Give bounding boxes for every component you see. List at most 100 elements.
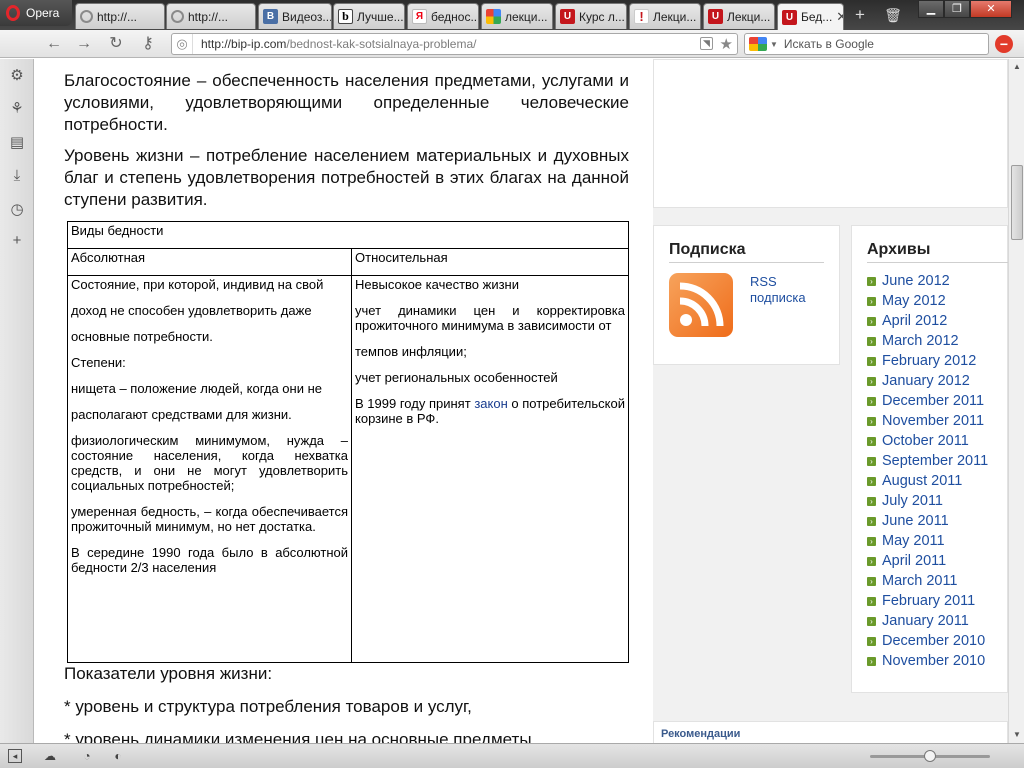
stop-icon[interactable]: − xyxy=(995,35,1013,53)
archive-link[interactable]: › March 2011 xyxy=(867,571,988,591)
archive-link[interactable]: › April 2011 xyxy=(867,551,988,571)
archive-label: January 2012 xyxy=(882,373,970,389)
google-icon xyxy=(486,9,501,24)
archive-link[interactable]: › February 2011 xyxy=(867,591,988,611)
back-arrow-icon[interactable]: ← xyxy=(44,34,64,54)
new-tab-button[interactable]: + xyxy=(851,6,869,24)
archive-link[interactable]: › November 2010 xyxy=(867,651,988,671)
living-standard-indicators: Показатели уровня жизни: * уровень и стр… xyxy=(64,663,629,743)
archive-link[interactable]: › May 2012 xyxy=(867,291,988,311)
column-header-relative: Относительная xyxy=(351,248,629,276)
arrow-bullet-icon: › xyxy=(867,296,876,306)
close-tab-icon[interactable]: ✕ xyxy=(836,9,843,25)
archive-link[interactable]: › December 2010 xyxy=(867,631,988,651)
tab-active[interactable]: U Бед... ✕ xyxy=(777,3,844,30)
table-text: Невысокое качество жизни xyxy=(355,277,519,292)
address-bar[interactable]: ◎ http://bip-ip.com/bednost-kak-sotsialn… xyxy=(171,33,738,55)
archive-link[interactable]: › March 2012 xyxy=(867,331,988,351)
tab-label: http://... xyxy=(188,9,229,24)
arrow-bullet-icon: › xyxy=(867,456,876,466)
arrow-bullet-icon: › xyxy=(867,316,876,326)
feed-icon[interactable]: ◥ xyxy=(700,37,713,50)
minimize-button[interactable]: ▁ xyxy=(918,0,944,18)
opera-menu-button[interactable]: Opera xyxy=(0,0,72,26)
key-icon[interactable]: ⚷ xyxy=(138,34,158,54)
law-link[interactable]: закон xyxy=(474,396,507,411)
arrow-bullet-icon: › xyxy=(867,616,876,626)
arrow-bullet-icon: › xyxy=(867,496,876,506)
recommendations-title: Рекомендации xyxy=(661,728,741,740)
arrow-bullet-icon: › xyxy=(867,556,876,566)
tab-4[interactable]: b Лучше... xyxy=(333,3,405,29)
zoom-slider-handle[interactable] xyxy=(924,750,936,762)
tab-2[interactable]: http://... xyxy=(166,3,256,29)
restore-button[interactable]: ❐ xyxy=(944,0,970,18)
history-icon[interactable]: ◷ xyxy=(7,200,27,220)
archive-link[interactable]: › April 2012 xyxy=(867,311,988,331)
vertical-scrollbar[interactable]: ▲ ▼ xyxy=(1008,59,1024,743)
archive-link[interactable]: › February 2012 xyxy=(867,351,988,371)
archives-title: Архивы xyxy=(867,241,931,258)
ad-placeholder-box xyxy=(653,59,1008,208)
archive-link[interactable]: › June 2012 xyxy=(867,271,988,291)
search-box[interactable]: ▼ Искать в Google xyxy=(744,33,989,55)
yandex-icon: Я xyxy=(412,9,427,24)
archive-label: October 2011 xyxy=(882,433,969,449)
archive-link[interactable]: › July 2011 xyxy=(867,491,988,511)
close-window-button[interactable]: ✕ xyxy=(970,0,1012,18)
downloads-icon[interactable]: ⤓ xyxy=(7,166,27,186)
indicator-item: * уровень динамики изменения цен на осно… xyxy=(64,730,532,743)
chevron-down-icon[interactable]: ▼ xyxy=(770,40,778,49)
tab-9[interactable]: U Лекци... xyxy=(703,3,775,29)
archive-link[interactable]: › December 2011 xyxy=(867,391,988,411)
tab-1[interactable]: http://... xyxy=(75,3,165,29)
scroll-up-arrow-icon[interactable]: ▲ xyxy=(1009,59,1024,75)
tab-8[interactable]: ! Лекци... xyxy=(629,3,701,29)
archive-label: August 2011 xyxy=(882,473,963,489)
poverty-types-table: Виды бедности Абсолютная Относительная С… xyxy=(67,221,629,663)
subscribe-title: Подписка xyxy=(669,241,746,258)
archive-link[interactable]: › June 2011 xyxy=(867,511,988,531)
tab-6[interactable]: лекци... xyxy=(481,3,553,29)
arrow-bullet-icon: › xyxy=(867,276,876,286)
relative-poverty-cell: Невысокое качество жизни учет динамики ц… xyxy=(351,275,629,663)
tab-3[interactable]: В Видеоз... xyxy=(258,3,332,29)
side-panel: ⚙ ⚘ ▤ ⤓ ◷ + xyxy=(0,59,34,743)
archive-link[interactable]: › September 2011 xyxy=(867,451,988,471)
rss-label-line: подписка xyxy=(750,290,806,305)
search-placeholder: Искать в Google xyxy=(783,37,874,51)
reload-icon[interactable]: ↻ xyxy=(106,34,126,54)
bookmark-star-icon[interactable]: ★ xyxy=(720,35,733,53)
table-text: нищета – положение людей, когда они не xyxy=(71,381,322,396)
panel-toggle-icon[interactable]: ◂ xyxy=(8,749,22,763)
archive-link[interactable]: › November 2011 xyxy=(867,411,988,431)
archive-link[interactable]: › October 2011 xyxy=(867,431,988,451)
turbo-icon[interactable]: ◔ xyxy=(79,748,95,764)
rss-icon[interactable] xyxy=(669,273,733,337)
address-text[interactable]: http://bip-ip.com/bednost-kak-sotsialnay… xyxy=(192,34,476,54)
rss-subscribe-link[interactable]: RSS подписка xyxy=(750,274,806,306)
archive-label: December 2011 xyxy=(882,393,985,409)
archive-label: November 2010 xyxy=(882,653,986,669)
scroll-thumb[interactable] xyxy=(1011,165,1023,240)
scroll-down-arrow-icon[interactable]: ▼ xyxy=(1009,727,1024,743)
unite-icon[interactable]: ⚘ xyxy=(7,99,27,119)
archive-link[interactable]: › August 2011 xyxy=(867,471,988,491)
archive-link[interactable]: › May 2011 xyxy=(867,531,988,551)
forward-arrow-icon[interactable]: → xyxy=(74,34,94,54)
gear-icon[interactable]: ⚙ xyxy=(7,66,27,86)
trash-icon[interactable]: 🗑 xyxy=(884,6,902,24)
archive-link[interactable]: › January 2012 xyxy=(867,371,988,391)
archive-label: February 2012 xyxy=(882,353,977,369)
add-panel-icon[interactable]: + xyxy=(7,231,27,251)
cloud-icon[interactable]: ☁ xyxy=(42,748,58,764)
tab-7[interactable]: U Курс л... xyxy=(555,3,627,29)
table-text: основные потребности. xyxy=(71,329,213,344)
archive-link[interactable]: › January 2011 xyxy=(867,611,988,631)
tab-label: Лекци... xyxy=(653,9,697,24)
notes-icon[interactable]: ▤ xyxy=(7,133,27,153)
archive-label: June 2012 xyxy=(882,273,950,289)
speed-icon[interactable]: ◐ xyxy=(110,748,126,764)
tab-5[interactable]: Я беднос... xyxy=(407,3,479,29)
tab-label: http://... xyxy=(97,9,138,24)
